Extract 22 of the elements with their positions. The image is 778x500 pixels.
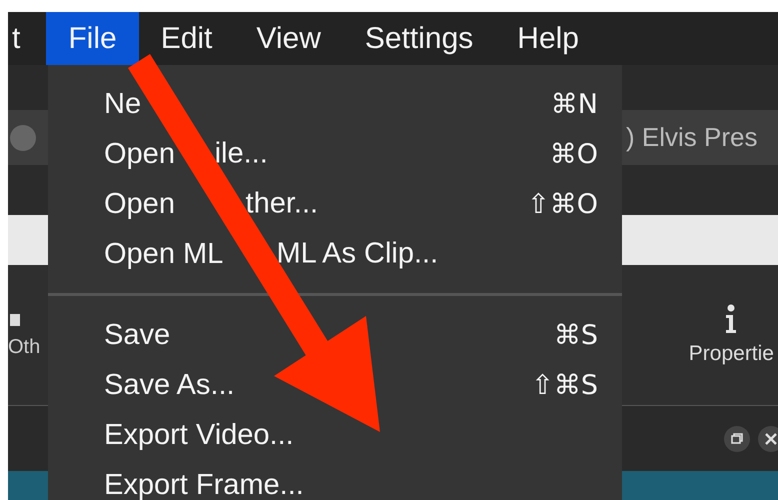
timeline-panel — [8, 471, 48, 500]
restore-window-icon[interactable] — [724, 426, 750, 452]
menu-bar-item[interactable]: File — [46, 12, 139, 65]
menu-item[interactable]: Open ther... ⇧⌘O — [104, 179, 598, 229]
menu-bar-item[interactable]: t — [8, 12, 46, 65]
menu-item[interactable]: Save ⌘S — [104, 310, 598, 360]
menu-bar-item[interactable]: Settings — [342, 12, 496, 65]
menu-item[interactable]: Export Video... — [104, 410, 598, 460]
menu-item[interactable]: Open ile... ⌘O — [104, 129, 598, 179]
close-icon[interactable] — [758, 426, 778, 452]
menu-item[interactable]: Open ML ML As Clip... — [104, 229, 598, 279]
circle-icon — [10, 124, 36, 150]
menu-item[interactable]: Export Frame... — [104, 460, 598, 500]
menu-item[interactable]: Ne ⌘N — [104, 79, 598, 129]
menu-item[interactable]: Save As... ⇧⌘S — [104, 360, 598, 410]
toolbar-label[interactable]: Oth — [8, 336, 40, 358]
search-bar — [8, 215, 48, 265]
menu-bar-item[interactable]: Help — [495, 12, 601, 65]
clip-title: ) Elvis Pres — [626, 122, 758, 153]
info-icon — [724, 304, 738, 334]
menu-bar-item[interactable]: View — [234, 12, 343, 65]
menu-bar-item[interactable]: Edit — [138, 12, 234, 65]
